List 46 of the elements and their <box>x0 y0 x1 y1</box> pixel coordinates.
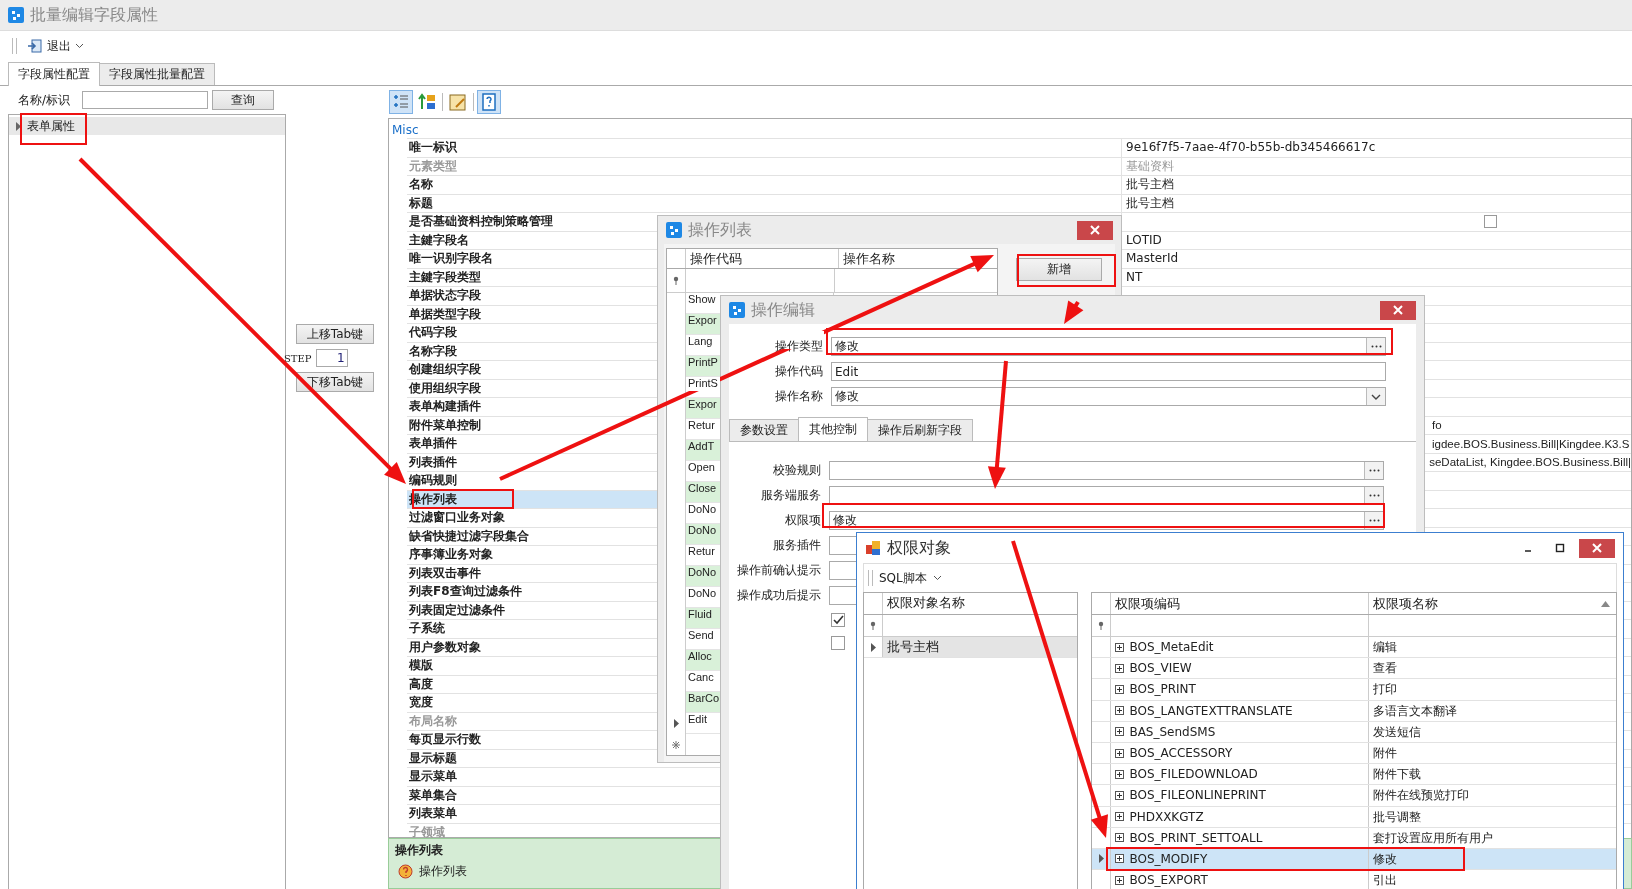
dialog-title: 权限对象 <box>887 537 951 559</box>
table-cell-text: 附件在线预览打印 <box>1372 787 1471 805</box>
property-value: LOTID <box>1126 231 1162 249</box>
table-cell-text: 打印 <box>1372 681 1399 699</box>
property-value: fo <box>1432 419 1442 432</box>
table-cell-text: 修改 <box>1372 850 1399 868</box>
table-cell-text: BOS_MetaEdit <box>1129 639 1214 657</box>
table-cell-text: 附件 <box>1372 745 1399 763</box>
property-value: 9e16f7f5-7aae-4f70-b55b-db345466617c <box>1126 139 1376 157</box>
table-cell-text: 引出 <box>1372 872 1399 889</box>
category-header: Misc <box>391 122 420 138</box>
field-label: 操作代码 <box>774 363 824 380</box>
table-cell-text: 编辑 <box>1372 639 1399 657</box>
description-text: 操作列表 <box>419 863 467 880</box>
property-value: NT <box>1126 268 1143 286</box>
field-label: 操作成功后提示 <box>736 587 822 604</box>
table-cell-text: BAS_SendSMS <box>1129 723 1216 741</box>
property-value: igdee.BOS.Business.Bill|Kingdee.K3.S <box>1432 437 1630 450</box>
table-cell-text: 查看 <box>1372 660 1399 678</box>
table-cell-text: BOS_FILEONLINEPRINT <box>1129 787 1266 805</box>
property-value: 批号主档 <box>1126 194 1174 212</box>
property-value: MasterId <box>1126 250 1179 268</box>
table-cell-text: 发送短信 <box>1372 723 1423 741</box>
table-cell-text: BOS_VIEW <box>1129 660 1192 678</box>
table-cell-text: BOS_LANGTEXTTRANSLATE <box>1129 702 1293 720</box>
property-value: seDataList, Kingdee.BOS.Business.Bill| <box>1429 456 1631 469</box>
window-title: 批量编辑字段属性 <box>30 4 158 26</box>
table-cell-text: 多语言文本翻译 <box>1372 702 1459 720</box>
table-cell-text: 批号调整 <box>1372 808 1423 826</box>
table-cell-text: BOS_PRINT_SETTOALL <box>1129 829 1263 847</box>
table-cell-text: BOS_ACCESSORY <box>1129 745 1233 763</box>
property-value: 批号主档 <box>1126 176 1174 194</box>
field-label: 校验规则 <box>772 462 822 479</box>
table-cell-text: 套打设置应用所有用户 <box>1372 829 1495 847</box>
table-cell-text: BOS_PRINT <box>1129 681 1196 699</box>
dialog-title: 操作列表 <box>688 219 752 241</box>
table-cell-text: BOS_FILEDOWNLOAD <box>1129 766 1258 784</box>
search-label: 名称/标识 <box>18 91 72 109</box>
table-cell: 批号主档 <box>883 637 1078 658</box>
table-cell-text: 附件下载 <box>1372 766 1423 784</box>
property-value: 基础资料 <box>1126 157 1174 175</box>
step-label: STEP <box>284 352 312 364</box>
field-label: 服务端服务 <box>760 487 822 504</box>
table-cell-text: PHDXXKGTZ <box>1129 808 1204 826</box>
table-cell-text: BOS_EXPORT <box>1129 872 1208 889</box>
table-cell-text: BOS_MODIFY <box>1129 850 1208 868</box>
